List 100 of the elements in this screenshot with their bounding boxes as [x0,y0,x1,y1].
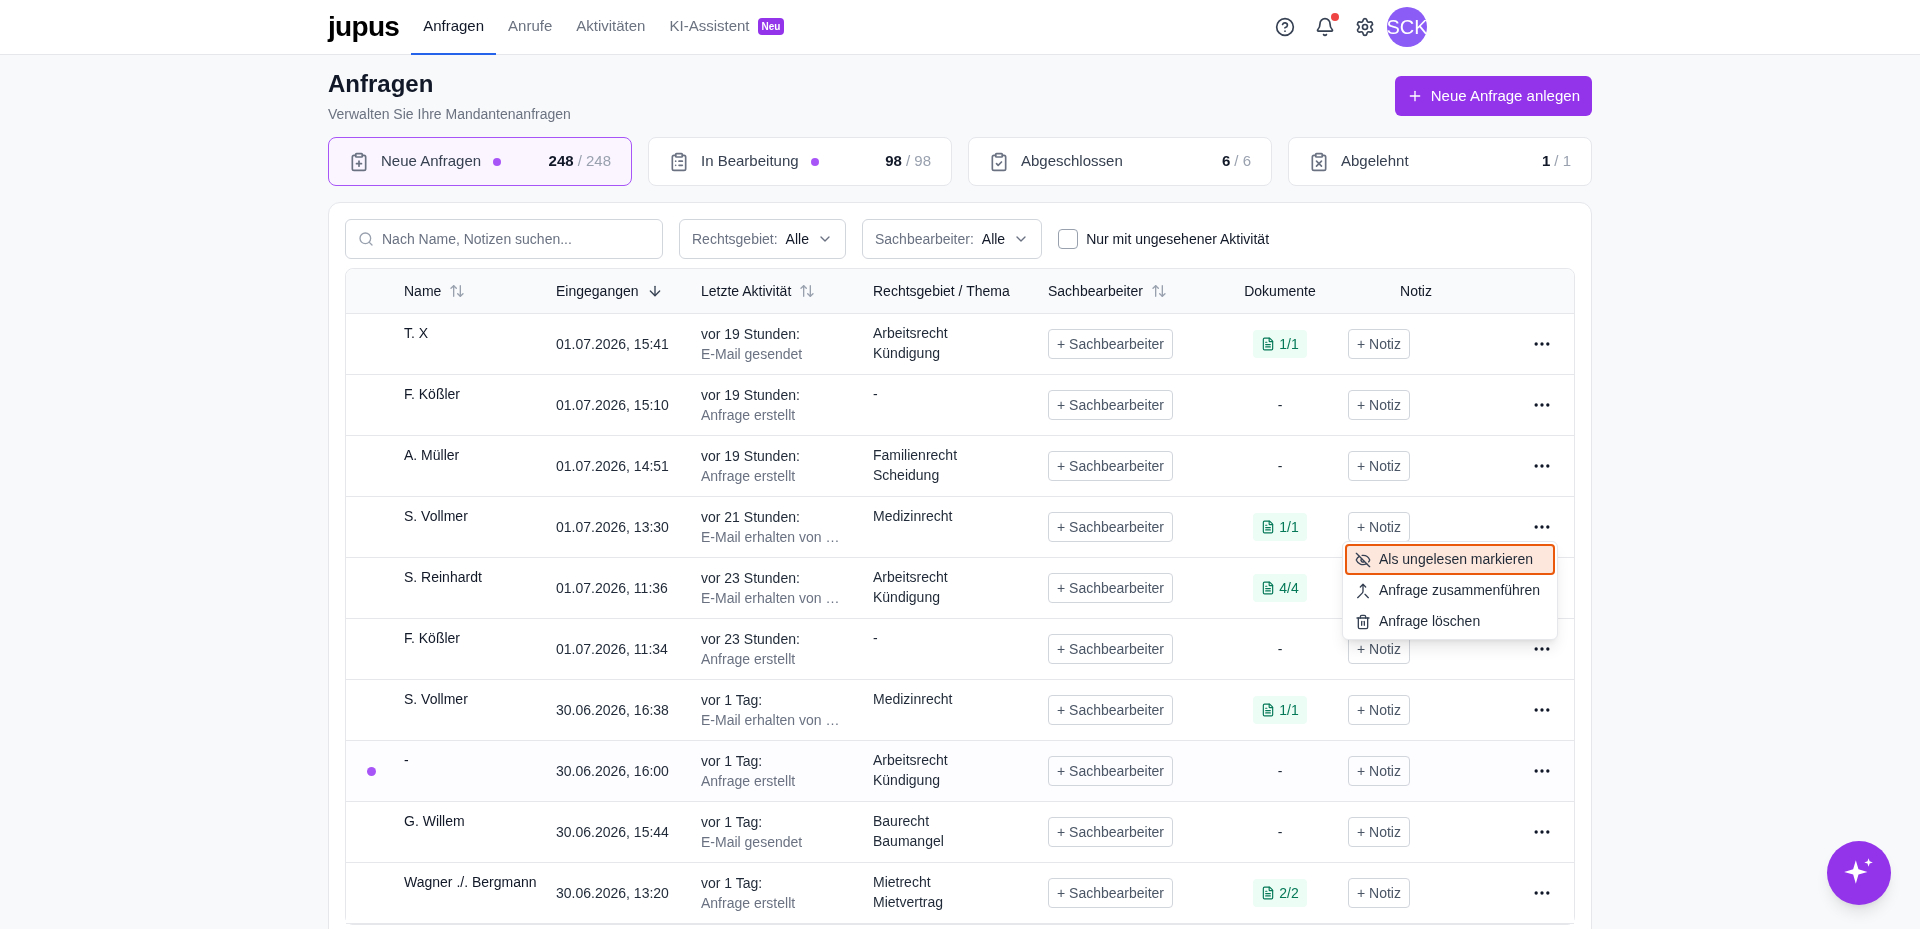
nav-tab[interactable]: KI-Assistent Neu [657,0,797,55]
legal-area: Medizinrecht [873,689,1048,709]
activity-text: E-Mail erhalten von … [701,711,841,730]
received-date: 01.07.2026, 13:30 [556,517,669,537]
legal-area: Arbeitsrecht [873,567,1048,587]
client-name: - [404,752,409,768]
filter-dropdown[interactable]: Sachbearbeiter: Alle [861,219,1043,259]
checkbox-label[interactable]: Nur mit ungesehener Aktivität [1086,228,1270,250]
menu-item[interactable]: Als ungelesen markieren [1345,544,1555,575]
document-icon [1261,886,1276,900]
search-field[interactable]: Nach Name, Notizen suchen... [345,219,663,259]
client-name: A. Müller [404,447,460,463]
note-button[interactable]: + Notiz [1348,329,1410,359]
received-date: 01.07.2026, 15:41 [556,334,669,354]
topic: Kündigung [873,344,941,363]
document-icon [1261,703,1276,717]
topic: Kündigung [873,771,941,790]
received-date: 01.07.2026, 14:51 [556,456,669,476]
logo[interactable]: jupus [328,13,400,41]
column-header[interactable]: Letzte Aktivität [701,280,792,302]
assign-button[interactable]: + Sachbearbeiter [1048,634,1174,664]
status-total: / 248 [577,152,611,170]
assign-button[interactable]: + Sachbearbeiter [1048,451,1174,481]
status-label: In Bearbeitung [701,151,799,172]
note-button[interactable]: + Notiz [1348,451,1410,481]
merge-arrow-icon [1355,582,1371,599]
clipboard-icon [349,151,369,172]
received-date: 01.07.2026, 15:10 [556,395,669,415]
search-input[interactable]: Nach Name, Notizen suchen... [382,228,650,250]
received-date: 01.07.2026, 11:36 [556,578,668,598]
assign-button[interactable]: + Sachbearbeiter [1048,756,1174,786]
menu-item[interactable]: Anfrage zusammenführen [1345,575,1555,606]
checkbox[interactable] [1058,229,1079,249]
clipboard-icon [989,151,1009,172]
legal-area: Baurecht [873,811,1048,831]
column-header: Dokumente [1244,281,1316,301]
documents-empty: - [1277,822,1283,842]
note-button[interactable]: + Notiz [1348,695,1410,725]
topic: Scheidung [873,466,941,485]
filter-dropdown[interactable]: Rechtsgebiet: Alle [679,219,846,259]
documents-badge[interactable]: 1/1 [1253,513,1307,541]
note-button[interactable]: + Notiz [1348,878,1410,908]
settings-icon[interactable] [1355,17,1375,37]
assign-button[interactable]: + Sachbearbeiter [1048,512,1174,542]
documents-empty: - [1277,639,1283,659]
activity-text: Anfrage erstellt [701,406,797,425]
assign-button[interactable]: + Sachbearbeiter [1048,817,1174,847]
column-header: Notiz [1400,281,1432,301]
new-inquiry-button[interactable]: Neue Anfrage anlegen [1394,76,1592,116]
eye-off-icon [1355,551,1371,568]
assign-button[interactable]: + Sachbearbeiter [1048,329,1174,359]
column-header[interactable]: Sachbearbeiter [1048,280,1143,302]
activity-time: vor 21 Stunden: [701,508,801,527]
status-card[interactable]: Neue Anfragen 248 / 248 [328,137,632,186]
document-icon [1261,337,1276,351]
legal-area: Mietrecht [873,872,1048,892]
column-header[interactable]: Name [404,280,442,302]
activity-text: Anfrage erstellt [701,467,797,486]
nav-tab[interactable]: Anrufe [496,0,565,55]
legal-area: Familienrecht [873,445,1048,465]
assign-button[interactable]: + Sachbearbeiter [1048,695,1174,725]
activity-time: vor 19 Stunden: [701,386,801,405]
activity-text: E-Mail erhalten von … [701,589,841,608]
status-card[interactable]: Abgeschlossen 6 / 6 [968,137,1272,186]
documents-badge[interactable]: 1/1 [1253,330,1307,358]
legal-area: Arbeitsrecht [873,323,1048,343]
assign-button[interactable]: + Sachbearbeiter [1048,573,1174,603]
status-label: Abgeschlossen [1021,151,1123,172]
client-name: S. Vollmer [404,691,468,707]
assign-button[interactable]: + Sachbearbeiter [1048,878,1174,908]
documents-badge[interactable]: 4/4 [1253,574,1307,602]
status-card[interactable]: Abgelehnt 1 / 1 [1288,137,1592,186]
status-total: / 6 [1234,152,1251,170]
client-name: F. Kößler [404,386,460,402]
note-button[interactable]: + Notiz [1348,756,1410,786]
activity-text: Anfrage erstellt [701,894,797,913]
help-icon[interactable] [1275,17,1295,37]
nav-tab[interactable]: Anfragen [411,0,497,55]
new-badge: Neu [757,17,785,35]
legal-area: Arbeitsrecht [873,750,1048,770]
nav-tab[interactable]: Aktivitäten [564,0,658,55]
documents-badge[interactable]: 2/2 [1253,879,1307,907]
documents-badge[interactable]: 1/1 [1253,696,1307,724]
client-name: T. X [404,325,429,341]
ai-assistant-button[interactable] [1827,841,1891,905]
status-count: 1 [1541,152,1551,170]
client-name: G. Willem [404,813,465,829]
clipboard-icon [1309,151,1329,172]
received-date: 30.06.2026, 16:38 [556,700,669,720]
column-header[interactable]: Eingegangen [556,280,639,302]
avatar[interactable]: SCK [1387,7,1427,47]
status-card[interactable]: In Bearbeitung 98 / 98 [648,137,952,186]
topic: Mietvertrag [873,893,945,912]
status-count: 6 [1221,152,1231,170]
activity-time: vor 19 Stunden: [701,447,801,466]
trash-icon [1355,613,1371,630]
note-button[interactable]: + Notiz [1348,390,1410,420]
activity-text: E-Mail erhalten von … [701,528,841,547]
note-button[interactable]: + Notiz [1348,817,1410,847]
assign-button[interactable]: + Sachbearbeiter [1048,390,1174,420]
